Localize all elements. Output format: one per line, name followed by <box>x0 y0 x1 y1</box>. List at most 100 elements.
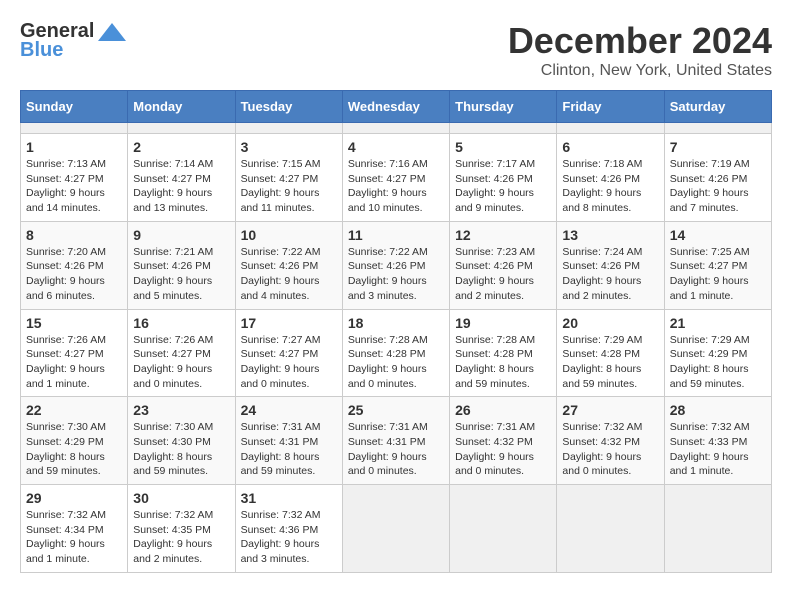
day-number: 19 <box>455 315 551 331</box>
weekday-header-tuesday: Tuesday <box>235 91 342 123</box>
day-info: Sunrise: 7:21 AMSunset: 4:26 PMDaylight:… <box>133 245 229 304</box>
calendar-cell: 26 Sunrise: 7:31 AMSunset: 4:32 PMDayligh… <box>450 397 557 485</box>
calendar-cell <box>128 123 235 134</box>
calendar-title: December 2024 <box>508 20 772 62</box>
day-info: Sunrise: 7:32 AMSunset: 4:33 PMDaylight:… <box>670 420 766 479</box>
calendar-cell: 11 Sunrise: 7:22 AMSunset: 4:26 PMDayligh… <box>342 221 449 309</box>
day-number: 28 <box>670 402 766 418</box>
day-number: 11 <box>348 227 444 243</box>
day-info: Sunrise: 7:13 AMSunset: 4:27 PMDaylight:… <box>26 157 122 216</box>
calendar-cell: 1Sunrise: 7:13 AMSunset: 4:27 PMDaylight… <box>21 134 128 222</box>
day-info: Sunrise: 7:15 AMSunset: 4:27 PMDaylight:… <box>241 157 337 216</box>
calendar-week-row <box>21 123 772 134</box>
calendar-cell <box>342 485 449 573</box>
day-info: Sunrise: 7:26 AMSunset: 4:27 PMDaylight:… <box>133 333 229 392</box>
day-number: 31 <box>241 490 337 506</box>
day-number: 2 <box>133 139 229 155</box>
calendar-cell: 9 Sunrise: 7:21 AMSunset: 4:26 PMDaylight… <box>128 221 235 309</box>
day-info: Sunrise: 7:29 AMSunset: 4:28 PMDaylight:… <box>562 333 658 392</box>
day-number: 16 <box>133 315 229 331</box>
calendar-cell: 16 Sunrise: 7:26 AMSunset: 4:27 PMDayligh… <box>128 309 235 397</box>
page-header: General Blue December 2024 Clinton, New … <box>20 20 772 80</box>
day-number: 27 <box>562 402 658 418</box>
calendar-cell: 18Sunrise: 7:28 AMSunset: 4:28 PMDayligh… <box>342 309 449 397</box>
calendar-cell: 20 Sunrise: 7:29 AMSunset: 4:28 PMDayligh… <box>557 309 664 397</box>
calendar-week-row: 15 Sunrise: 7:26 AMSunset: 4:27 PMDayligh… <box>21 309 772 397</box>
day-info: Sunrise: 7:22 AMSunset: 4:26 PMDaylight:… <box>348 245 444 304</box>
day-info: Sunrise: 7:26 AMSunset: 4:27 PMDaylight:… <box>26 333 122 392</box>
weekday-header-saturday: Saturday <box>664 91 771 123</box>
day-info: Sunrise: 7:32 AMSunset: 4:35 PMDaylight:… <box>133 508 229 567</box>
day-info: Sunrise: 7:31 AMSunset: 4:31 PMDaylight:… <box>241 420 337 479</box>
calendar-cell: 13 Sunrise: 7:24 AMSunset: 4:26 PMDayligh… <box>557 221 664 309</box>
calendar-cell: 2 Sunrise: 7:14 AMSunset: 4:27 PMDaylight… <box>128 134 235 222</box>
day-number: 12 <box>455 227 551 243</box>
weekday-header-thursday: Thursday <box>450 91 557 123</box>
day-number: 25 <box>348 402 444 418</box>
day-number: 8 <box>26 227 122 243</box>
day-number: 9 <box>133 227 229 243</box>
weekday-header-row: SundayMondayTuesdayWednesdayThursdayFrid… <box>21 91 772 123</box>
calendar-cell: 8 Sunrise: 7:20 AMSunset: 4:26 PMDaylight… <box>21 221 128 309</box>
day-number: 30 <box>133 490 229 506</box>
calendar-cell: 27 Sunrise: 7:32 AMSunset: 4:32 PMDayligh… <box>557 397 664 485</box>
day-number: 23 <box>133 402 229 418</box>
day-info: Sunrise: 7:14 AMSunset: 4:27 PMDaylight:… <box>133 157 229 216</box>
day-info: Sunrise: 7:29 AMSunset: 4:29 PMDaylight:… <box>670 333 766 392</box>
day-info: Sunrise: 7:18 AMSunset: 4:26 PMDaylight:… <box>562 157 658 216</box>
calendar-cell <box>450 123 557 134</box>
calendar-cell: 4Sunrise: 7:16 AMSunset: 4:27 PMDaylight… <box>342 134 449 222</box>
weekday-header-friday: Friday <box>557 91 664 123</box>
calendar-week-row: 22Sunrise: 7:30 AMSunset: 4:29 PMDayligh… <box>21 397 772 485</box>
day-number: 5 <box>455 139 551 155</box>
day-number: 13 <box>562 227 658 243</box>
day-info: Sunrise: 7:19 AMSunset: 4:26 PMDaylight:… <box>670 157 766 216</box>
day-number: 4 <box>348 139 444 155</box>
calendar-cell: 24Sunrise: 7:31 AMSunset: 4:31 PMDayligh… <box>235 397 342 485</box>
day-number: 17 <box>241 315 337 331</box>
day-info: Sunrise: 7:24 AMSunset: 4:26 PMDaylight:… <box>562 245 658 304</box>
calendar-cell: 23Sunrise: 7:30 AMSunset: 4:30 PMDayligh… <box>128 397 235 485</box>
calendar-cell: 6Sunrise: 7:18 AMSunset: 4:26 PMDaylight… <box>557 134 664 222</box>
calendar-cell <box>450 485 557 573</box>
calendar-cell: 14Sunrise: 7:25 AMSunset: 4:27 PMDayligh… <box>664 221 771 309</box>
day-info: Sunrise: 7:32 AMSunset: 4:32 PMDaylight:… <box>562 420 658 479</box>
calendar-cell: 5 Sunrise: 7:17 AMSunset: 4:26 PMDaylight… <box>450 134 557 222</box>
calendar-cell: 21 Sunrise: 7:29 AMSunset: 4:29 PMDayligh… <box>664 309 771 397</box>
calendar-table: SundayMondayTuesdayWednesdayThursdayFrid… <box>20 90 772 573</box>
calendar-cell <box>664 123 771 134</box>
day-info: Sunrise: 7:28 AMSunset: 4:28 PMDaylight:… <box>348 333 444 392</box>
calendar-cell: 15 Sunrise: 7:26 AMSunset: 4:27 PMDayligh… <box>21 309 128 397</box>
day-info: Sunrise: 7:17 AMSunset: 4:26 PMDaylight:… <box>455 157 551 216</box>
day-number: 3 <box>241 139 337 155</box>
calendar-cell <box>664 485 771 573</box>
day-info: Sunrise: 7:20 AMSunset: 4:26 PMDaylight:… <box>26 245 122 304</box>
calendar-cell: 31 Sunrise: 7:32 AMSunset: 4:36 PMDayligh… <box>235 485 342 573</box>
day-number: 22 <box>26 402 122 418</box>
logo-icon <box>98 23 126 41</box>
calendar-cell <box>342 123 449 134</box>
day-number: 15 <box>26 315 122 331</box>
calendar-cell: 3 Sunrise: 7:15 AMSunset: 4:27 PMDaylight… <box>235 134 342 222</box>
calendar-cell: 28 Sunrise: 7:32 AMSunset: 4:33 PMDayligh… <box>664 397 771 485</box>
calendar-cell: 29 Sunrise: 7:32 AMSunset: 4:34 PMDayligh… <box>21 485 128 573</box>
logo-blue-text: Blue <box>20 39 63 62</box>
weekday-header-wednesday: Wednesday <box>342 91 449 123</box>
day-info: Sunrise: 7:28 AMSunset: 4:28 PMDaylight:… <box>455 333 551 392</box>
day-info: Sunrise: 7:27 AMSunset: 4:27 PMDaylight:… <box>241 333 337 392</box>
day-number: 26 <box>455 402 551 418</box>
calendar-subtitle: Clinton, New York, United States <box>508 62 772 80</box>
day-number: 10 <box>241 227 337 243</box>
day-info: Sunrise: 7:31 AMSunset: 4:32 PMDaylight:… <box>455 420 551 479</box>
day-info: Sunrise: 7:32 AMSunset: 4:34 PMDaylight:… <box>26 508 122 567</box>
calendar-cell: 30 Sunrise: 7:32 AMSunset: 4:35 PMDayligh… <box>128 485 235 573</box>
day-number: 20 <box>562 315 658 331</box>
weekday-header-sunday: Sunday <box>21 91 128 123</box>
title-area: December 2024 Clinton, New York, United … <box>508 20 772 80</box>
calendar-cell <box>557 123 664 134</box>
weekday-header-monday: Monday <box>128 91 235 123</box>
day-info: Sunrise: 7:32 AMSunset: 4:36 PMDaylight:… <box>241 508 337 567</box>
day-number: 21 <box>670 315 766 331</box>
day-number: 29 <box>26 490 122 506</box>
day-info: Sunrise: 7:22 AMSunset: 4:26 PMDaylight:… <box>241 245 337 304</box>
